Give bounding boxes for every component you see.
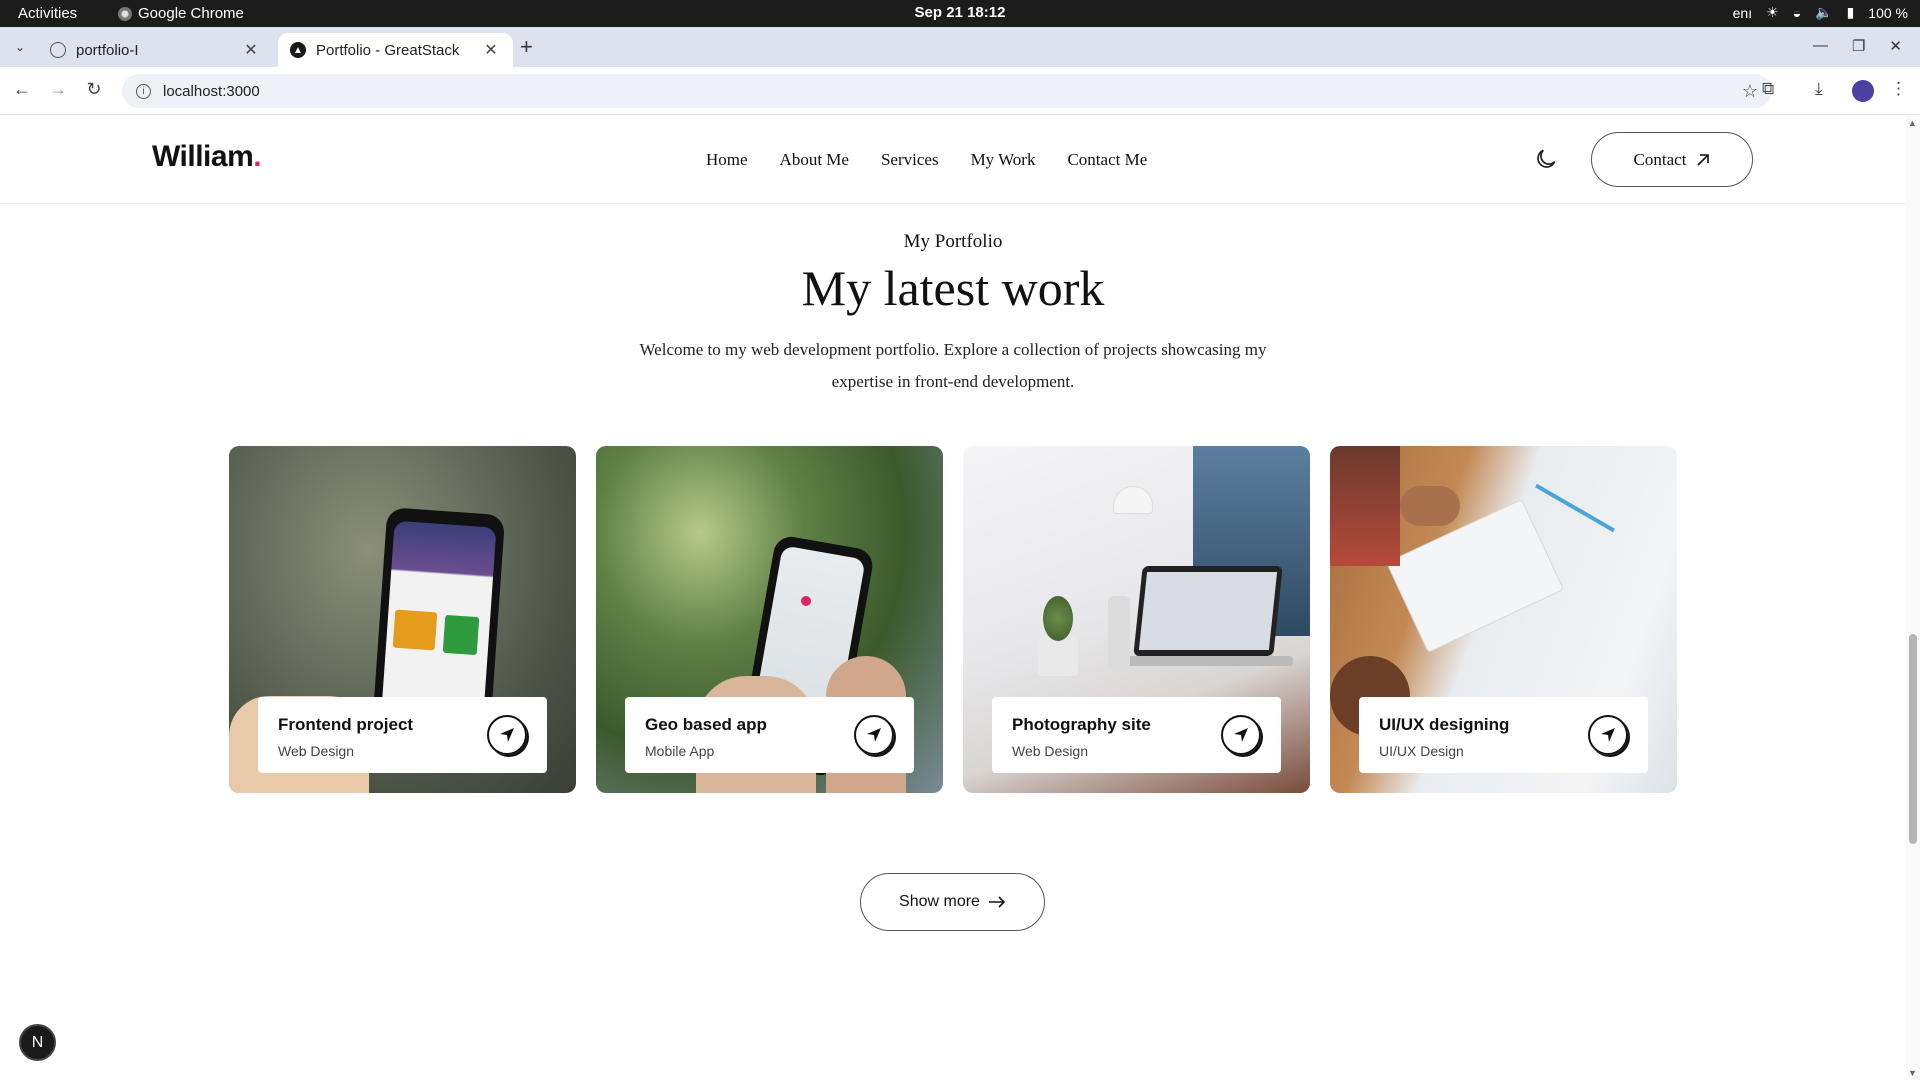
project-card[interactable]: Photography site Web Design — [963, 446, 1310, 793]
site-favicon-icon: ▲ — [290, 42, 306, 58]
scroll-up-icon[interactable]: ▲ — [1908, 118, 1917, 128]
wifi-icon: ◒ — [1792, 4, 1802, 21]
nextjs-dev-badge[interactable]: N — [19, 1024, 56, 1061]
project-info-box: Photography site Web Design — [992, 697, 1281, 773]
back-icon[interactable]: ← — [10, 79, 34, 100]
section-subtitle: My Portfolio — [903, 231, 1003, 252]
close-window-icon[interactable]: ✕ — [1889, 37, 1902, 55]
new-tab-button[interactable]: + — [520, 36, 533, 58]
chrome-menu-icon[interactable]: ⋮ — [1890, 79, 1907, 99]
main-menu: Home About Me Services My Work Contact M… — [706, 150, 1147, 170]
battery-percent: 100 % — [1868, 4, 1908, 21]
page-viewport: William. Home About Me Services My Work … — [0, 116, 1906, 1080]
project-card[interactable]: UI/UX designing UI/UX Design — [1330, 446, 1677, 793]
scroll-down-icon[interactable]: ▼ — [1908, 1068, 1917, 1078]
logo-dot: . — [253, 140, 262, 173]
keyboard-layout[interactable]: enı — [1733, 5, 1752, 21]
nav-home[interactable]: Home — [706, 150, 748, 170]
page-scrollbar[interactable]: ▲ ▼ — [1906, 116, 1920, 1080]
tab-portfolio-greatstack[interactable]: ▲ Portfolio - GreatStack ✕ — [278, 33, 513, 67]
send-arrow-icon[interactable] — [487, 715, 527, 755]
project-card[interactable]: Geo based app Mobile App — [596, 446, 943, 793]
minimize-icon[interactable]: — — [1813, 37, 1828, 55]
globe-icon — [50, 42, 66, 58]
section-description: Welcome to my web development portfolio.… — [639, 340, 1267, 391]
browser-toolbar: ← → ↻ i localhost:3000 ☆ ⧉ ⤓ ⋮ — [0, 67, 1920, 115]
battery-icon: ▮ — [1846, 4, 1855, 20]
site-info-icon[interactable]: i — [136, 83, 151, 99]
send-arrow-icon[interactable] — [1588, 715, 1628, 755]
arrow-up-right-icon — [1697, 153, 1710, 166]
project-info-box: UI/UX designing UI/UX Design — [1359, 697, 1648, 773]
volume-icon: 🔈 — [1815, 4, 1833, 20]
show-more-label: Show more — [899, 893, 980, 910]
contact-label: Contact — [1633, 149, 1687, 169]
system-tray[interactable]: enı ☀ ◒ 🔈 ▮ 100 % — [1733, 4, 1908, 21]
project-info-box: Frontend project Web Design — [258, 697, 547, 773]
send-arrow-icon[interactable] — [854, 715, 894, 755]
extensions-icon[interactable]: ⧉ — [1762, 79, 1774, 99]
send-arrow-icon[interactable] — [1221, 715, 1261, 755]
bookmark-star-icon[interactable]: ☆ — [1742, 81, 1758, 102]
nav-contact-me[interactable]: Contact Me — [1067, 150, 1147, 170]
project-info-box: Geo based app Mobile App — [625, 697, 914, 773]
tab-title: portfolio-I — [76, 41, 139, 59]
scrollbar-thumb[interactable] — [1909, 634, 1917, 844]
arrow-right-icon — [988, 896, 1006, 908]
contact-button[interactable]: Contact — [1591, 132, 1753, 187]
address-bar[interactable]: i localhost:3000 ☆ — [122, 74, 1772, 108]
site-logo[interactable]: William. — [152, 140, 262, 174]
tab-title: Portfolio - GreatStack — [316, 41, 460, 59]
project-card[interactable]: Frontend project Web Design — [229, 446, 576, 793]
url-text[interactable]: localhost:3000 — [163, 83, 1742, 100]
tab-strip: ⌄ portfolio-I ✕ ▲ Portfolio - GreatStack… — [0, 27, 1920, 67]
nav-services[interactable]: Services — [881, 150, 939, 170]
site-header: William. Home About Me Services My Work … — [0, 116, 1906, 204]
maximize-icon[interactable]: ❐ — [1852, 37, 1865, 55]
close-icon[interactable]: ✕ — [241, 40, 261, 60]
profile-avatar[interactable] — [1852, 80, 1874, 102]
clock[interactable]: Sep 21 18:12 — [0, 4, 1920, 21]
tab-search-icon[interactable]: ⌄ — [10, 37, 30, 57]
section-title: My latest work — [801, 260, 1105, 316]
show-more-button[interactable]: Show more — [860, 873, 1045, 931]
tab-portfolio-i[interactable]: portfolio-I ✕ — [38, 33, 273, 67]
moon-icon[interactable] — [1533, 146, 1559, 172]
logo-text: William — [152, 140, 254, 173]
project-grid: Frontend project Web Design Geo based ap… — [229, 446, 1677, 793]
system-top-bar: Activities Google Chrome Sep 21 18:12 en… — [0, 0, 1920, 27]
close-icon[interactable]: ✕ — [481, 40, 501, 60]
nav-about-me[interactable]: About Me — [780, 150, 849, 170]
window-controls: — ❐ ✕ — [1813, 37, 1902, 55]
forward-icon[interactable]: → — [46, 79, 70, 100]
nav-my-work[interactable]: My Work — [971, 150, 1036, 170]
reload-icon[interactable]: ↻ — [82, 79, 106, 100]
brightness-icon: ☀ — [1766, 4, 1779, 20]
download-icon[interactable]: ⤓ — [1815, 79, 1823, 99]
